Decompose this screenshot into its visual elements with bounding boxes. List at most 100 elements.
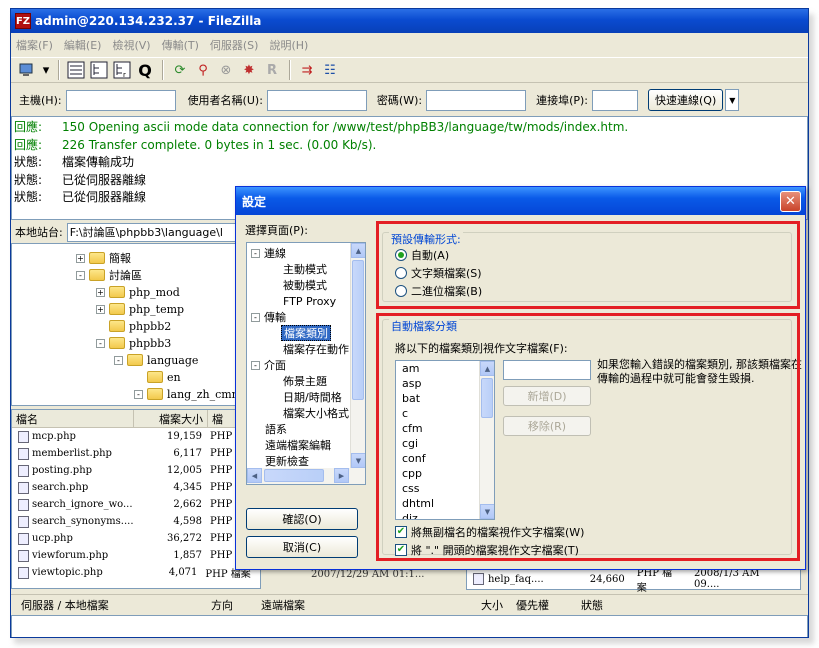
queue-column-priority[interactable]: 優先權 <box>516 597 549 613</box>
file-row[interactable]: ucp.php 36,272 PHP <box>12 530 260 547</box>
tree-item[interactable]: - language <box>114 352 198 368</box>
queue-column-direction[interactable]: 方向 <box>211 597 233 613</box>
page-item-language[interactable]: 語系 <box>265 421 287 437</box>
page-item-file-types[interactable]: 檔案類別 <box>281 325 331 341</box>
file-row[interactable]: search_ignore_wo... 2,662 PHP <box>12 496 260 513</box>
page-item-remote-edit[interactable]: 遠端檔案編輯 <box>265 437 331 453</box>
file-list-header: 檔名 檔案大小 檔 <box>12 410 260 428</box>
column-size[interactable]: 檔案大小 <box>134 410 208 427</box>
transfer-queue[interactable] <box>11 615 808 637</box>
folder-icon <box>109 320 125 332</box>
log-line: 回應: 226 Transfer complete. 0 bytes in 1 s… <box>14 137 377 152</box>
close-icon[interactable]: ✕ <box>780 191 801 212</box>
site-manager-icon[interactable] <box>17 59 39 81</box>
page-item-filesize-format[interactable]: 檔案大小格式 <box>283 405 349 421</box>
quickconnect-dropdown-icon[interactable]: ▼ <box>725 89 740 111</box>
reconnect-icon[interactable]: R <box>261 59 283 81</box>
php-file-icon <box>18 447 29 460</box>
file-row[interactable]: search_synonyms.... 4,598 PHP <box>12 513 260 530</box>
file-row[interactable]: posting.php 12,005 PHP <box>12 462 260 479</box>
tree-item[interactable]: - phpbb3 <box>96 335 171 351</box>
queue-column-size[interactable]: 大小 <box>481 597 503 613</box>
log-line: 回應: 150 Opening ascii mode data connectio… <box>14 120 629 134</box>
tree-item[interactable]: phpbb2 <box>109 318 171 334</box>
log-line: 狀態: 檔案傳輸成功 <box>14 155 135 169</box>
title-bar[interactable]: FZ admin@220.134.232.37 - FileZilla <box>11 9 808 33</box>
file-row[interactable]: memberlist.php 6,117 PHP <box>12 445 260 462</box>
process-queue-icon[interactable]: ⚲ <box>192 59 214 81</box>
queue-column-server[interactable]: 伺服器 / 本地檔案 <box>21 597 109 613</box>
cancel-icon[interactable]: ⊗ <box>215 59 237 81</box>
disconnect-icon[interactable]: ✸ <box>238 59 260 81</box>
page-item-update-check[interactable]: 更新檢查 <box>265 453 309 469</box>
page-tree-hscrollbar[interactable]: ◀ ▶ <box>247 468 365 484</box>
local-directory-tree[interactable]: + 簡報 - 討論區 + php_mod + php_temp phpbb2 - phpb… <box>11 243 261 406</box>
page-item-connection[interactable]: - 連線 <box>251 245 286 261</box>
ok-button[interactable]: 確認(O) <box>246 508 358 530</box>
menu-view[interactable]: 檢視(V) <box>112 37 150 53</box>
page-item-file-exists-action[interactable]: 檔案存在動作 <box>283 341 349 357</box>
compare-icon[interactable]: ⇉ <box>296 59 318 81</box>
column-name[interactable]: 檔名 <box>12 410 134 427</box>
filter-icon[interactable]: ☷ <box>319 59 341 81</box>
file-row[interactable]: viewtopic.php 4,071 PHP 檔案 <box>12 564 260 581</box>
folder-icon <box>109 286 125 298</box>
page-item-date-time-format[interactable]: 日期/時間格 <box>283 389 342 405</box>
tree-item[interactable]: en <box>147 369 181 385</box>
toggle-remote-tree-icon[interactable]: r <box>111 59 133 81</box>
page-item-ftp-proxy[interactable]: FTP Proxy <box>283 293 336 309</box>
php-file-icon <box>18 430 29 443</box>
tree-item[interactable]: + php_mod <box>96 284 180 300</box>
toolbar-separator <box>162 60 164 80</box>
menu-edit[interactable]: 編輯(E) <box>64 37 102 53</box>
local-path-input[interactable]: F:\討論區\phpbb3\language\l <box>66 222 261 242</box>
highlight-box <box>376 221 800 309</box>
password-label: 密碼(W): <box>376 94 423 107</box>
queue-column-remote[interactable]: 遠端檔案 <box>261 597 305 613</box>
page-item-themes[interactable]: 佈景主題 <box>283 373 327 389</box>
file-row[interactable]: mcp.php 19,159 PHP <box>12 428 260 445</box>
refresh-icon[interactable]: ⟳ <box>169 59 191 81</box>
menu-bar: 檔案(F) 編輯(E) 檢視(V) 傳輸(T) 伺服器(S) 說明(H) <box>11 34 808 56</box>
tree-item[interactable]: + php_temp <box>96 301 184 317</box>
password-input[interactable] <box>426 89 527 111</box>
tree-item[interactable]: - lang_zh_cmn_ <box>134 386 244 402</box>
port-input[interactable] <box>592 89 639 111</box>
queue-header: 伺服器 / 本地檔案 方向 遠端檔案 大小 優先權 狀態 <box>11 594 808 614</box>
toggle-local-tree-icon[interactable] <box>88 59 110 81</box>
local-site-bar: 本地站台: F:\討論區\phpbb3\language\l <box>11 222 261 242</box>
page-item-passive-mode[interactable]: 被動模式 <box>283 277 327 293</box>
username-input[interactable] <box>266 89 367 111</box>
settings-page-tree[interactable]: - 連線 主動模式 被動模式 FTP Proxy - 傳輸 檔案類別 檔案存在動作 … <box>246 242 366 485</box>
username-label: 使用者名稱(U): <box>187 94 263 107</box>
quickconnect-button[interactable]: 快速連線(Q) <box>648 89 724 111</box>
cancel-button[interactable]: 取消(C) <box>246 536 358 558</box>
dialog-title-bar[interactable]: 設定 ✕ <box>236 187 805 215</box>
toggle-queue-icon[interactable]: Q <box>134 59 156 81</box>
page-tree-vscrollbar[interactable]: ▲ ▼ <box>350 243 365 468</box>
svg-text:r: r <box>123 71 126 79</box>
folder-icon <box>89 252 105 264</box>
local-file-list[interactable]: 檔名 檔案大小 檔 mcp.php 19,159 PHP memberlist.ph… <box>11 409 261 589</box>
remote-file-row[interactable]: help_faq.... 24,660 PHP 檔案 2008/1/3 AM 0… <box>466 568 801 594</box>
tree-item[interactable]: - 討論區 <box>76 267 142 283</box>
page-item-active-mode[interactable]: 主動模式 <box>283 261 327 277</box>
menu-transfer[interactable]: 傳輸(T) <box>162 37 199 53</box>
toggle-log-icon[interactable] <box>65 59 87 81</box>
tree-item[interactable]: + 簡報 <box>76 250 131 266</box>
tree-item[interactable]: +zh_cmn_h <box>152 403 240 406</box>
menu-server[interactable]: 伺服器(S) <box>210 37 259 53</box>
queue-column-status[interactable]: 狀態 <box>581 597 603 613</box>
dropdown-arrow-icon[interactable]: ▾ <box>40 59 52 81</box>
folder-icon <box>89 269 105 281</box>
scroll-left-icon: ◀ <box>247 468 262 483</box>
page-item-transfer[interactable]: - 傳輸 <box>251 309 286 325</box>
page-item-interface[interactable]: - 介面 <box>251 357 286 373</box>
file-row[interactable]: viewforum.php 1,857 PHP <box>12 547 260 564</box>
menu-file[interactable]: 檔案(F) <box>16 37 53 53</box>
file-row[interactable]: search.php 4,345 PHP <box>12 479 260 496</box>
menu-help[interactable]: 說明(H) <box>269 37 308 53</box>
php-file-icon <box>18 515 29 528</box>
local-file-date: 2007/12/29 AM 01:1... <box>311 569 425 580</box>
host-input[interactable] <box>65 89 176 111</box>
